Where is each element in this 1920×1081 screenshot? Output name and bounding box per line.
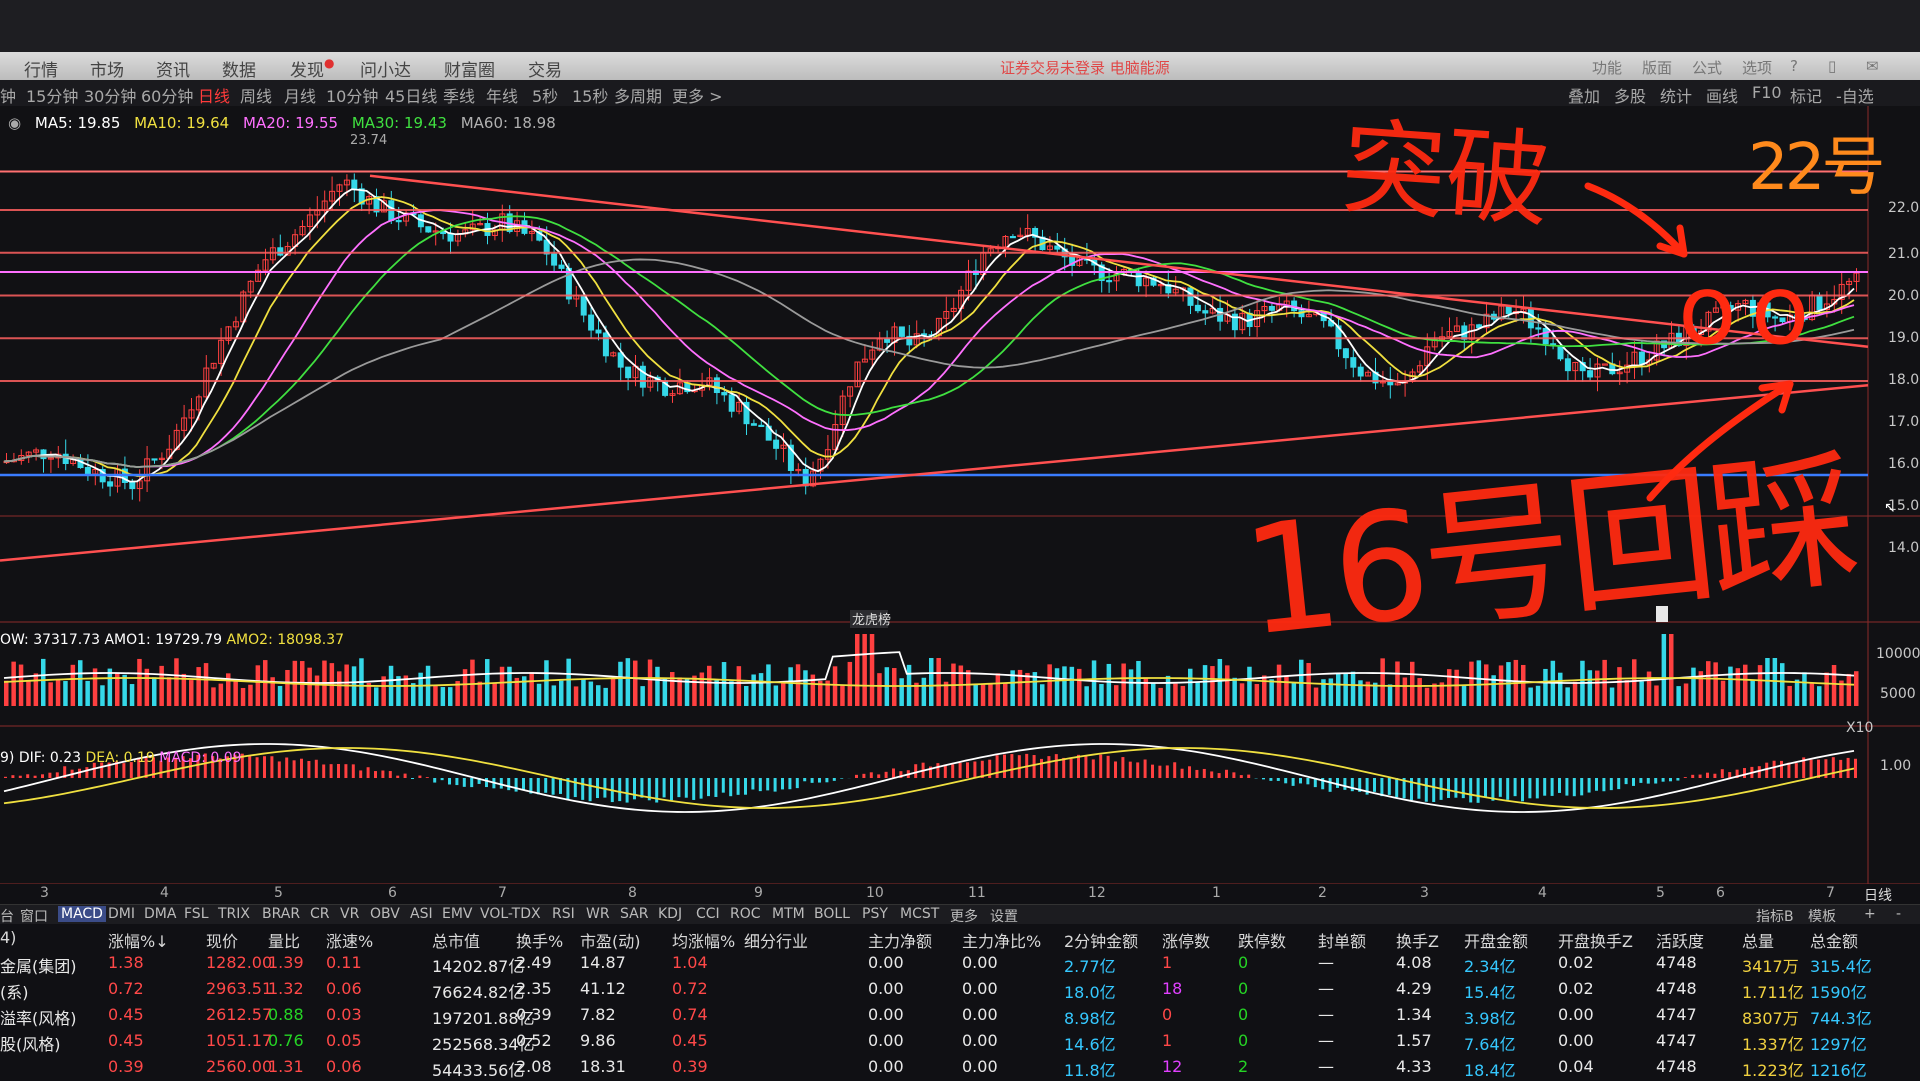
annotation-arrows bbox=[0, 0, 1920, 1080]
arrow-to-breakout-icon bbox=[1588, 186, 1684, 254]
arrow-to-retest-icon bbox=[1650, 384, 1790, 498]
